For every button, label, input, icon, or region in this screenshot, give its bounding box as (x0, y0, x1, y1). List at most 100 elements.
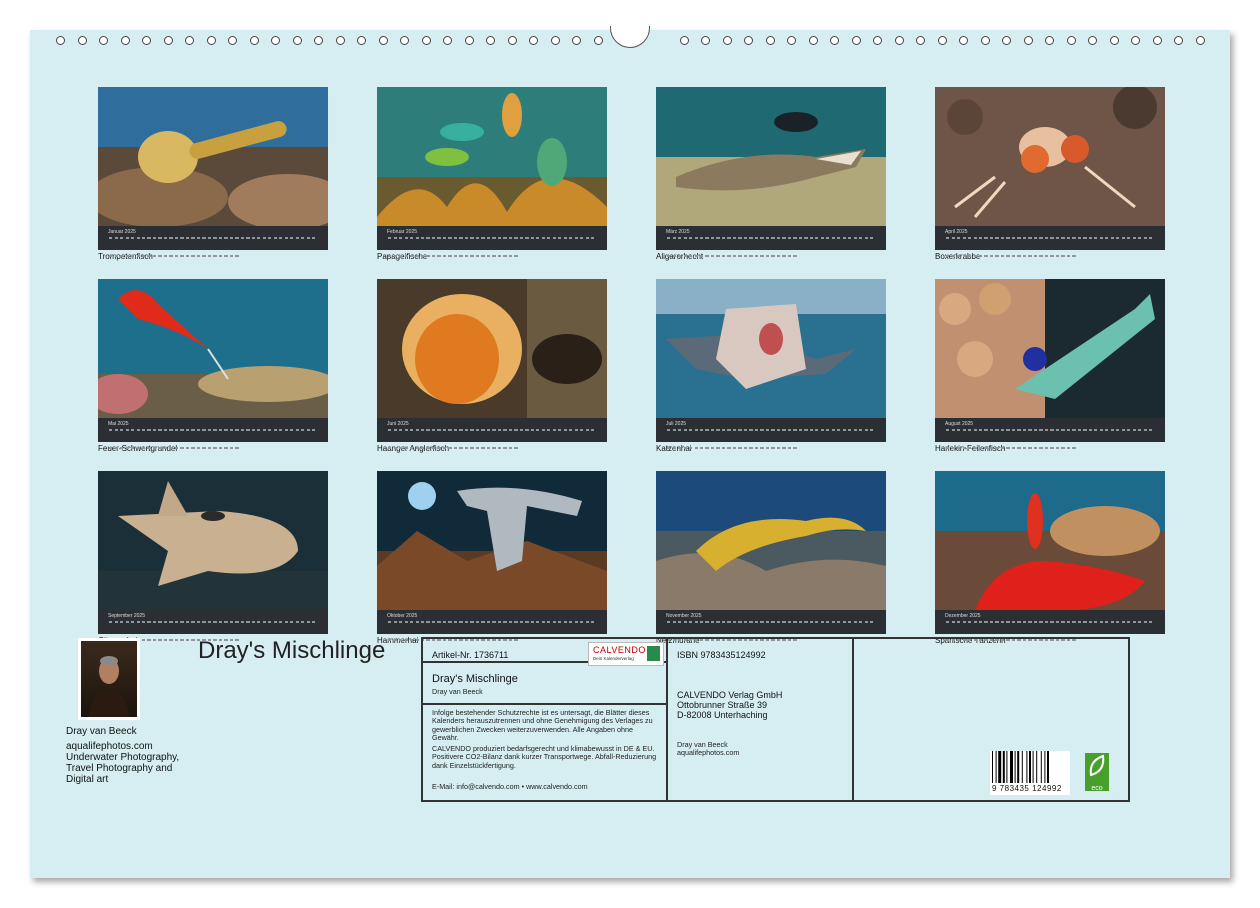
binding-hole (572, 36, 581, 45)
month-name: April 2025 (945, 229, 968, 235)
publisher-street: Ottobrunner Straße 39 (677, 700, 768, 710)
divider (421, 703, 668, 705)
month-name: Februar 2025 (387, 229, 418, 235)
binding-hole (529, 36, 538, 45)
month-october: Oktober 2025 Hammerhai (377, 471, 607, 645)
month-photo (377, 471, 607, 610)
binding-hole (830, 36, 839, 45)
barcode-digits: 9 783435 124992 (992, 784, 1062, 793)
month-photo (656, 87, 886, 226)
month-name: September 2025 (108, 613, 145, 619)
publisher-name: CALVENDO Verlag GmbH (677, 690, 783, 700)
calvendo-mark-icon (647, 646, 660, 661)
binding-hole (1109, 36, 1119, 45)
month-may: Mai 2025 Feuer-Schwertgrundel (98, 279, 328, 453)
author-portrait (78, 638, 140, 720)
eco-badge: eco (1085, 753, 1109, 792)
month-calendar-strip: Juni 2025 (377, 418, 607, 450)
month-name: März 2025 (666, 229, 690, 235)
author-website: aqualifephotos.com (66, 741, 153, 752)
day-grid (387, 428, 597, 450)
author-description: Digital art (66, 774, 109, 785)
sustainability-text: CALVENDO produziert bedarfsgerecht und k… (432, 744, 657, 770)
day-grid (387, 236, 597, 258)
binding-hole (1195, 36, 1205, 45)
month-calendar-strip: Juli 2025 (656, 418, 886, 450)
binding-hole (335, 36, 345, 45)
month-calendar-strip: Januar 2025 (98, 226, 328, 258)
binding-hole (249, 36, 259, 45)
month-july: Juli 2025 Katzenhai (656, 279, 886, 453)
month-photo (935, 279, 1165, 418)
binding-hole (56, 36, 65, 45)
month-january: Januar 2025 Trompetenfisch (98, 87, 328, 261)
day-grid (945, 620, 1155, 642)
binding-hole (357, 36, 366, 45)
month-calendar-strip: April 2025 (935, 226, 1165, 258)
day-grid (108, 428, 318, 450)
binding-hole (206, 36, 216, 45)
binding-hole (808, 36, 818, 45)
binding-hole (378, 36, 388, 45)
publisher-city: D-82008 Unterhaching (677, 710, 768, 720)
binding-hole (851, 36, 861, 45)
day-grid (108, 236, 318, 258)
month-september: September 2025 Gitarrenhai (98, 471, 328, 645)
contact-email: E-Mail: info@calvendo.com • www.calvendo… (432, 782, 588, 791)
binding-hole (400, 36, 409, 45)
month-photo (935, 471, 1165, 610)
binding-hole (486, 36, 495, 45)
binding-hole (959, 36, 968, 45)
day-grid (108, 620, 318, 642)
binding-hole (99, 36, 108, 45)
binding-hole (701, 36, 710, 45)
binding-hole (271, 36, 280, 45)
binding-hole (314, 36, 323, 45)
binding-hole (142, 36, 151, 45)
month-photo (377, 87, 607, 226)
month-name: Oktober 2025 (387, 613, 418, 619)
month-calendar-strip: März 2025 (656, 226, 886, 258)
binding-hole (787, 36, 796, 45)
day-grid (666, 428, 876, 450)
month-calendar-strip: September 2025 (98, 610, 328, 642)
day-grid (945, 236, 1155, 258)
binding-hole (77, 36, 87, 45)
month-name: Juni 2025 (387, 421, 409, 427)
binding-hole (1088, 36, 1097, 45)
binding-hole (550, 36, 560, 45)
binding-hole (722, 36, 732, 45)
month-photo (98, 87, 328, 226)
month-photo (656, 279, 886, 418)
binding-hole (765, 36, 775, 45)
binding-hole (292, 36, 302, 45)
binding-hole (1023, 36, 1033, 45)
month-august: August 2025 Harlekin-Feilenfisch (935, 279, 1165, 453)
month-name: Januar 2025 (108, 229, 136, 235)
month-photo (98, 279, 328, 418)
isbn: ISBN 9783435124992 (677, 650, 766, 660)
binding-hole (421, 36, 431, 45)
binding-hole (464, 36, 474, 45)
contact-website: aqualifephotos.com (677, 748, 740, 757)
binding-hole (163, 36, 173, 45)
month-photo (935, 87, 1165, 226)
binding-hole (980, 36, 990, 45)
month-november: November 2025 Netzmuräne (656, 471, 886, 645)
binding-hole (916, 36, 925, 45)
binding-hole (507, 36, 517, 45)
month-photo (377, 279, 607, 418)
binding-hole (1045, 36, 1054, 45)
binding-hole (228, 36, 237, 45)
day-grid (945, 428, 1155, 450)
month-march: März 2025 Aligarorhecht (656, 87, 886, 261)
binding-hole (1131, 36, 1140, 45)
calvendo-logo: CALVENDO Dein Kalenderverlag (588, 642, 664, 666)
month-photo (98, 471, 328, 610)
month-name: Mai 2025 (108, 421, 129, 427)
binding-hole (744, 36, 753, 45)
binding-hole (185, 36, 194, 45)
day-grid (666, 236, 876, 258)
product-title: Dray's Mischlinge (432, 673, 518, 685)
author-name: Dray van Beeck (66, 726, 137, 737)
